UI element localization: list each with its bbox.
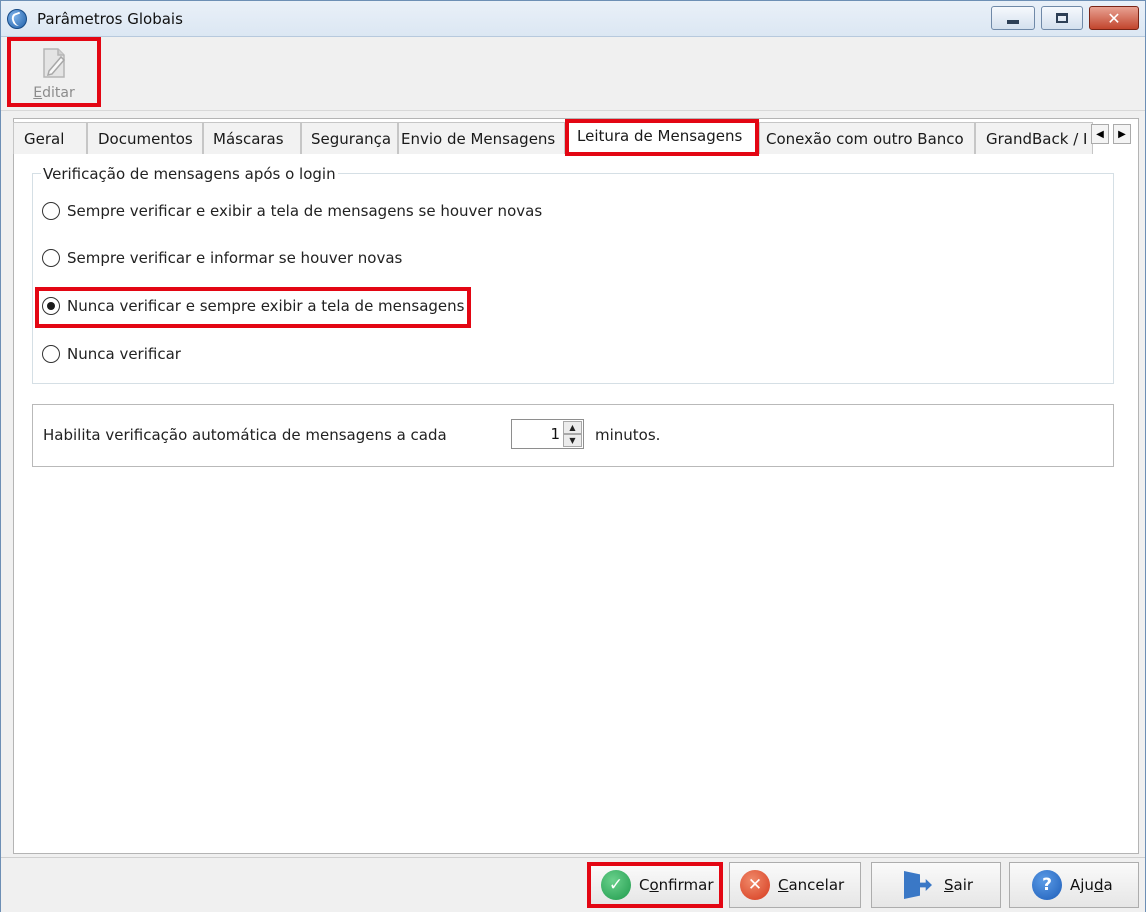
confirm-label: Confirmar [639, 876, 714, 894]
selected-option-highlight [35, 287, 471, 328]
app-globe-icon [7, 9, 27, 29]
radio-option-never-check[interactable]: Nunca verificar [42, 342, 181, 366]
radio-circle-icon[interactable] [42, 202, 60, 220]
arrow-right-icon: ▶ [1118, 128, 1126, 140]
tab-scroll-left-button[interactable]: ◀ [1091, 124, 1109, 144]
exit-label: Sair [944, 876, 974, 894]
radio-label: Sempre verificar e exibir a tela de mens… [67, 202, 543, 220]
maximize-icon [1056, 13, 1068, 23]
tab-geral[interactable]: Geral [13, 122, 87, 154]
tab-mascaras[interactable]: Máscaras [203, 122, 301, 154]
caret-up-icon: ▲ [569, 423, 576, 432]
minutes-unit-label: minutos. [595, 426, 661, 444]
exit-button[interactable]: Sair [871, 862, 1001, 908]
edit-document-icon [43, 48, 66, 78]
minutes-spinner[interactable]: 1 ▲ ▼ [511, 419, 584, 449]
exit-door-icon [904, 869, 934, 901]
close-button[interactable]: ✕ [1089, 6, 1139, 30]
title-bar: Parâmetros Globais ✕ [1, 1, 1145, 37]
toolbar: Editar [1, 37, 1145, 111]
help-button[interactable]: ? Ajuda [1009, 862, 1139, 908]
radio-circle-icon[interactable] [42, 249, 60, 267]
tab-seguranca[interactable]: Segurança [301, 122, 398, 154]
radio-circle-icon[interactable] [42, 345, 60, 363]
cancel-label: Cancelar [778, 876, 845, 894]
cancel-button[interactable]: ✕ Cancelar [729, 862, 861, 908]
tab-grandback[interactable]: GrandBack / I [975, 122, 1093, 154]
edit-button-label: Editar [33, 85, 75, 101]
tab-conexao-outro-banco[interactable]: Conexão com outro Banco [759, 122, 975, 154]
tab-envio-de-mensagens[interactable]: Envio de Mensagens [398, 122, 565, 154]
spin-down-button[interactable]: ▼ [563, 434, 582, 447]
radio-label: Sempre verificar e informar se houver no… [67, 249, 403, 267]
spin-up-button[interactable]: ▲ [563, 421, 582, 434]
tab-scroll-right-button[interactable]: ▶ [1113, 124, 1131, 144]
caret-down-icon: ▼ [569, 436, 576, 445]
help-question-icon: ? [1032, 870, 1062, 900]
radio-label: Nunca verificar [67, 345, 181, 363]
cancel-x-icon: ✕ [740, 870, 770, 900]
radio-option-always-inform[interactable]: Sempre verificar e informar se houver no… [42, 246, 402, 270]
edit-button[interactable]: Editar [7, 37, 101, 107]
minimize-button[interactable] [991, 6, 1035, 30]
close-icon: ✕ [1107, 8, 1121, 28]
parametros-globais-window: Parâmetros Globais ✕ Editar Geral Docume… [0, 0, 1146, 912]
confirm-button[interactable]: ✓ Confirmar [587, 862, 723, 908]
login-check-legend: Verificação de mensagens após o login [41, 165, 338, 183]
radio-option-always-show[interactable]: Sempre verificar e exibir a tela de mens… [42, 199, 542, 223]
tab-leitura-de-mensagens[interactable]: Leitura de Mensagens [565, 119, 759, 156]
help-label: Ajuda [1070, 876, 1113, 894]
minimize-icon [1007, 20, 1019, 24]
maximize-button[interactable] [1041, 6, 1083, 30]
arrow-left-icon: ◀ [1096, 128, 1104, 140]
spinner-buttons: ▲ ▼ [563, 421, 582, 447]
auto-check-label: Habilita verificação automática de mensa… [43, 426, 447, 444]
checkmark-icon: ✓ [601, 870, 631, 900]
tab-documentos[interactable]: Documentos [87, 122, 203, 154]
minutes-value[interactable]: 1 [512, 425, 560, 443]
window-title: Parâmetros Globais [37, 10, 183, 28]
